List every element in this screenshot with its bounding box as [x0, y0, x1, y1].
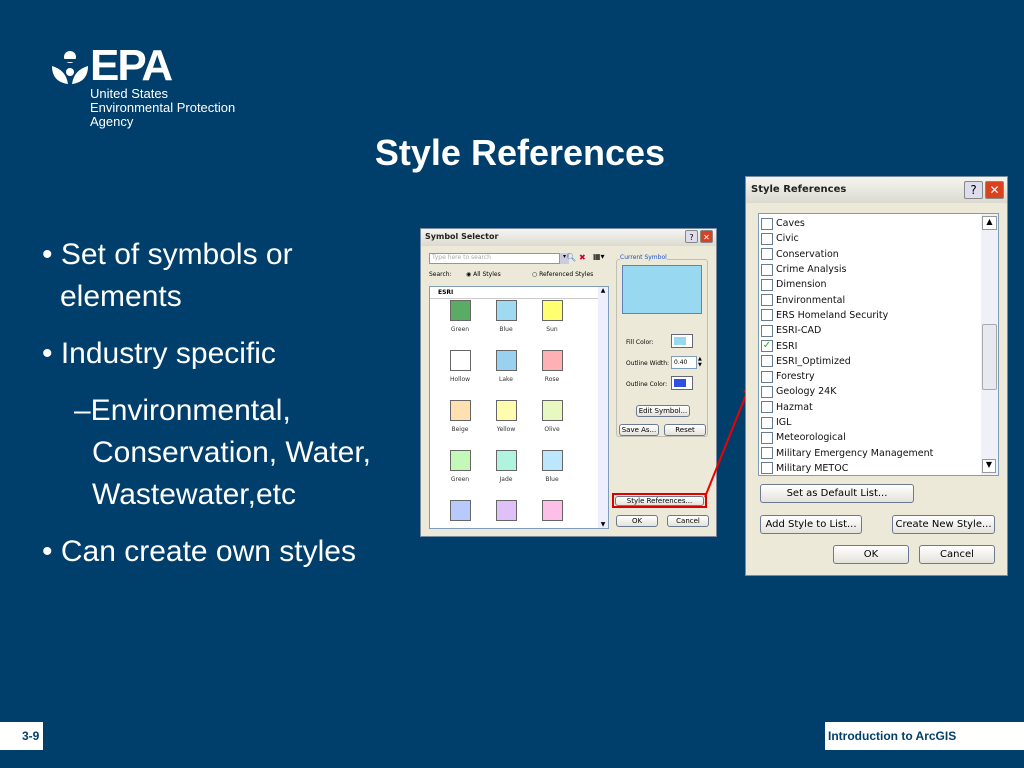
checkbox[interactable] — [761, 416, 773, 429]
style-label: Forestry — [776, 371, 815, 383]
style-label: Crime Analysis — [776, 264, 847, 276]
style-label: Military METOC — [776, 462, 849, 474]
style-label: Conservation — [776, 248, 839, 260]
set-default-list-button[interactable]: Set as Default List... — [760, 484, 914, 503]
ok-button[interactable]: OK — [833, 545, 909, 564]
checkbox[interactable]: ✓ — [761, 340, 773, 353]
style-list-item[interactable]: Military METOC — [761, 461, 998, 476]
style-list-item[interactable]: Forestry — [761, 369, 998, 384]
checkbox[interactable] — [761, 324, 773, 337]
checkbox[interactable] — [761, 278, 773, 291]
checkbox[interactable] — [761, 263, 773, 276]
style-list-item[interactable]: Hazmat — [761, 400, 998, 415]
style-label: Environmental — [776, 294, 846, 306]
style-label: Meteorological — [776, 432, 846, 444]
checkbox[interactable] — [761, 355, 773, 368]
style-list-item[interactable]: ESRI-CAD — [761, 323, 998, 338]
style-label: ESRI — [776, 340, 798, 352]
checkbox[interactable] — [761, 217, 773, 230]
create-new-style-button[interactable]: Create New Style... — [892, 515, 995, 534]
style-list-item[interactable]: ESRI_Optimized — [761, 354, 998, 369]
checkbox[interactable] — [761, 294, 773, 307]
style-list-item[interactable]: Caves — [761, 216, 998, 231]
style-list[interactable]: Caves Civic Conservation Crime Analysis Dime… — [758, 213, 999, 476]
style-label: Hazmat — [776, 401, 813, 413]
checkbox[interactable] — [761, 431, 773, 444]
style-label: Caves — [776, 218, 805, 230]
style-list-item[interactable]: Meteorological — [761, 430, 998, 445]
style-list-item[interactable]: Military Emergency Management — [761, 445, 998, 460]
style-list-item[interactable]: Geology 24K — [761, 384, 998, 399]
checkbox[interactable] — [761, 401, 773, 414]
style-label: IGL — [776, 417, 792, 428]
style-label: Dimension — [776, 279, 827, 291]
style-list-item[interactable]: Environmental — [761, 292, 998, 307]
close-button[interactable]: ✕ — [985, 181, 1004, 199]
style-label: Civic — [776, 233, 799, 245]
style-label: ESRI-CAD — [776, 325, 822, 337]
style-label: Military Emergency Management — [776, 447, 934, 459]
style-list-item[interactable]: Conservation — [761, 247, 998, 262]
cancel-button[interactable]: Cancel — [919, 545, 995, 564]
checkbox[interactable] — [761, 309, 773, 322]
scrollbar-thumb[interactable] — [982, 324, 997, 390]
checkbox[interactable] — [761, 462, 773, 475]
style-label: ESRI_Optimized — [776, 355, 851, 367]
checkbox[interactable] — [761, 232, 773, 245]
style-label: ERS Homeland Security — [776, 309, 889, 321]
checkbox[interactable] — [761, 447, 773, 460]
checkbox[interactable] — [761, 370, 773, 383]
help-button[interactable]: ? — [964, 181, 983, 199]
style-list-item[interactable]: Dimension — [761, 277, 998, 292]
style-references-dialog: Style References ? ✕ Caves Civic Conservat… — [745, 176, 1008, 576]
add-style-button[interactable]: Add Style to List... — [760, 515, 862, 534]
page-number: 3-9 — [0, 722, 43, 750]
style-label: Geology 24K — [776, 386, 837, 398]
course-title: Introduction to ArcGIS — [825, 722, 1024, 750]
style-list-item[interactable]: ERS Homeland Security — [761, 308, 998, 323]
style-list-item[interactable]: Civic — [761, 231, 998, 246]
checkbox[interactable] — [761, 385, 773, 398]
checkbox[interactable] — [761, 248, 773, 261]
style-list-item[interactable]: ✓ ESRI — [761, 338, 998, 353]
style-list-item[interactable]: Crime Analysis — [761, 262, 998, 277]
scrollbar[interactable]: ▲ ▼ — [981, 214, 998, 475]
style-list-item[interactable]: IGL — [761, 415, 998, 430]
